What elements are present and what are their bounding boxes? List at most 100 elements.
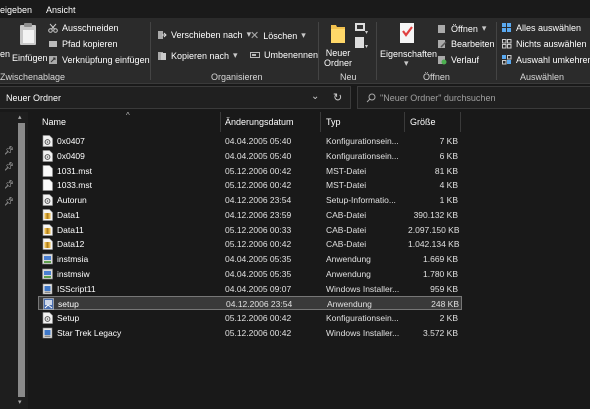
sort-ascending-icon: ^	[126, 111, 130, 120]
file-list: Name ^ Änderungsdatum Typ Größe 0x0407 04…	[30, 111, 590, 409]
config-icon	[42, 135, 53, 147]
new-folder-button[interactable]: Neuer Ordner	[322, 22, 354, 70]
cab-icon	[42, 223, 53, 236]
tab-share[interactable]: eigeben	[0, 5, 32, 15]
open-button[interactable]: Öffnen ▾	[437, 23, 486, 34]
file-row[interactable]: instmsia 04.04.2005 05:35 Anwendung 1.669 K…	[38, 252, 462, 266]
edit-label: Bearbeiten	[451, 39, 495, 49]
paste-button[interactable]: Einfügen	[12, 22, 48, 68]
msi-icon	[42, 283, 53, 295]
svg-text:▾: ▾	[365, 30, 368, 36]
chevron-down-icon[interactable]: ⌄	[311, 91, 319, 102]
file-row[interactable]: Autorun 04.12.2006 23:54 Setup-Informatio.…	[38, 193, 462, 207]
column-divider[interactable]	[220, 112, 221, 132]
installer-app-icon	[42, 253, 53, 265]
file-date: 04.04.2005 05:35	[225, 268, 292, 279]
scrollbar-thumb[interactable]	[18, 123, 25, 397]
scroll-up-arrow-icon[interactable]: ▴	[18, 113, 22, 121]
file-row[interactable]: 0x0409 04.04.2005 05:40 Konfigurationsein.…	[38, 149, 462, 163]
cab-icon	[42, 208, 53, 221]
file-row[interactable]: Data11 05.12.2006 00:33 CAB-Datei 2.097.150…	[38, 223, 462, 237]
file-row[interactable]: 0x0407 04.04.2005 05:40 Konfigurationsein.…	[38, 134, 462, 148]
copy-path-button[interactable]: Pfad kopieren	[48, 39, 118, 49]
file-row[interactable]: Star Trek Legacy 05.12.2006 00:42 Windows …	[38, 326, 462, 340]
file-name: Star Trek Legacy	[57, 327, 122, 338]
pin-icon: 📌︎	[4, 146, 15, 155]
file-type: CAB-Datei	[326, 239, 367, 250]
move-to-button[interactable]: Verschieben nach ▾	[157, 29, 251, 40]
column-header-size[interactable]: Größe	[410, 117, 436, 127]
select-none-button[interactable]: Nichts auswählen	[502, 39, 587, 49]
search-input[interactable]: "Neuer Ordner" durchsuchen	[380, 93, 495, 103]
open-file-icon	[438, 24, 445, 33]
file-date: 04.12.2006 23:59	[225, 209, 292, 220]
paste-shortcut-button[interactable]: Verknüpfung einfügen	[48, 55, 150, 65]
column-divider[interactable]	[404, 112, 405, 132]
copy-to-button[interactable]: Kopieren nach ▾	[157, 50, 238, 61]
properties-button[interactable]: Eigenschaften ▾	[380, 22, 437, 70]
rename-label: Umbenennen	[264, 50, 319, 60]
file-type: MST-Datei	[326, 180, 367, 191]
file-size: 81 KB	[434, 165, 458, 176]
file-row[interactable]: Setup 05.12.2006 00:42 Konfigurationsein..…	[38, 311, 462, 325]
delete-button[interactable]: ✕ Löschen ▾	[250, 29, 306, 42]
file-date: 05.12.2006 00:42	[225, 327, 292, 338]
chevron-down-icon: ▾	[404, 58, 409, 68]
search-box[interactable]: "Neuer Ordner" durchsuchen	[357, 86, 590, 109]
file-row[interactable]: Data1 04.12.2006 23:59 CAB-Datei 390.132 KB	[38, 208, 462, 222]
cut-button[interactable]: Ausschneiden	[48, 23, 119, 33]
edit-button[interactable]: Bearbeiten	[437, 39, 495, 49]
ribbon-divider	[496, 22, 497, 80]
column-header-type[interactable]: Typ	[326, 117, 341, 127]
file-name: Autorun	[57, 195, 87, 205]
file-type: MST-Datei	[326, 165, 367, 176]
column-divider[interactable]	[320, 112, 321, 132]
file-name: 1033.mst	[57, 180, 92, 191]
rename-button[interactable]: Umbenennen	[250, 50, 318, 60]
address-path: Neuer Ordner	[6, 93, 62, 103]
new-item-icon: ▾ ▾	[355, 23, 368, 50]
file-name: Data11	[57, 224, 84, 235]
file-type: Anwendung	[326, 268, 371, 279]
file-name: Data12	[57, 239, 85, 250]
file-row[interactable]: 1031.mst 05.12.2006 00:42 MST-Datei 81 KB	[38, 164, 462, 178]
ribbon-divider	[150, 22, 151, 80]
chevron-down-icon: ▾	[301, 30, 306, 40]
pin-quick-access-button[interactable]: en	[0, 49, 10, 59]
paste-shortcut-label: Verknüpfung einfügen	[62, 55, 150, 65]
tab-view[interactable]: Ansicht	[46, 5, 76, 15]
file-date: 05.12.2006 00:33	[225, 224, 292, 235]
file-row[interactable]: instmsiw 04.04.2005 05:35 Anwendung 1.780 K…	[38, 267, 462, 281]
refresh-icon[interactable]: ↻	[333, 91, 342, 104]
select-all-button[interactable]: Alles auswählen	[502, 23, 581, 33]
column-header-date[interactable]: Änderungsdatum	[225, 117, 294, 127]
column-header-name[interactable]: Name	[42, 117, 66, 127]
file-date: 05.12.2006 00:42	[225, 165, 292, 176]
blank-file-icon	[42, 179, 53, 192]
scroll-down-arrow-icon[interactable]: ▾	[18, 398, 22, 406]
history-button[interactable]: Verlauf	[437, 55, 479, 65]
file-row[interactable]: ISScript11 04.04.2005 09:07 Windows Instal…	[38, 282, 462, 296]
file-row[interactable]: 1033.mst 05.12.2006 00:42 MST-Datei 4 KB	[38, 178, 462, 192]
file-row[interactable]: Data12 05.12.2006 00:42 CAB-Datei 1.042.134…	[38, 237, 462, 251]
menu-bar: eigeben Ansicht	[0, 0, 590, 18]
group-label-select: Auswählen	[520, 72, 565, 82]
file-type: Konfigurationsein...	[326, 313, 399, 323]
file-row[interactable]: setup 04.12.2006 23:54 Anwendung 248 KB	[38, 296, 462, 311]
invert-selection-icon	[502, 55, 512, 65]
address-bar[interactable]: Neuer Ordner ⌄ ↻	[0, 86, 351, 109]
group-label-open: Öffnen	[423, 72, 450, 82]
blank-file-icon	[42, 164, 53, 177]
invert-selection-button[interactable]: Auswahl umkehren	[502, 55, 590, 65]
msi-icon	[42, 327, 53, 339]
new-item-button[interactable]: ▾ ▾	[354, 22, 372, 62]
file-date: 04.04.2005 05:40	[225, 150, 292, 161]
file-size: 1 KB	[439, 195, 458, 205]
svg-text:▾: ▾	[365, 44, 368, 50]
move-to-label: Verschieben nach	[171, 29, 243, 40]
file-type: CAB-Datei	[326, 209, 367, 220]
history-icon	[438, 56, 447, 65]
column-divider[interactable]	[460, 112, 461, 132]
setup-app-icon	[43, 298, 54, 311]
file-size: 7 KB	[439, 136, 458, 146]
